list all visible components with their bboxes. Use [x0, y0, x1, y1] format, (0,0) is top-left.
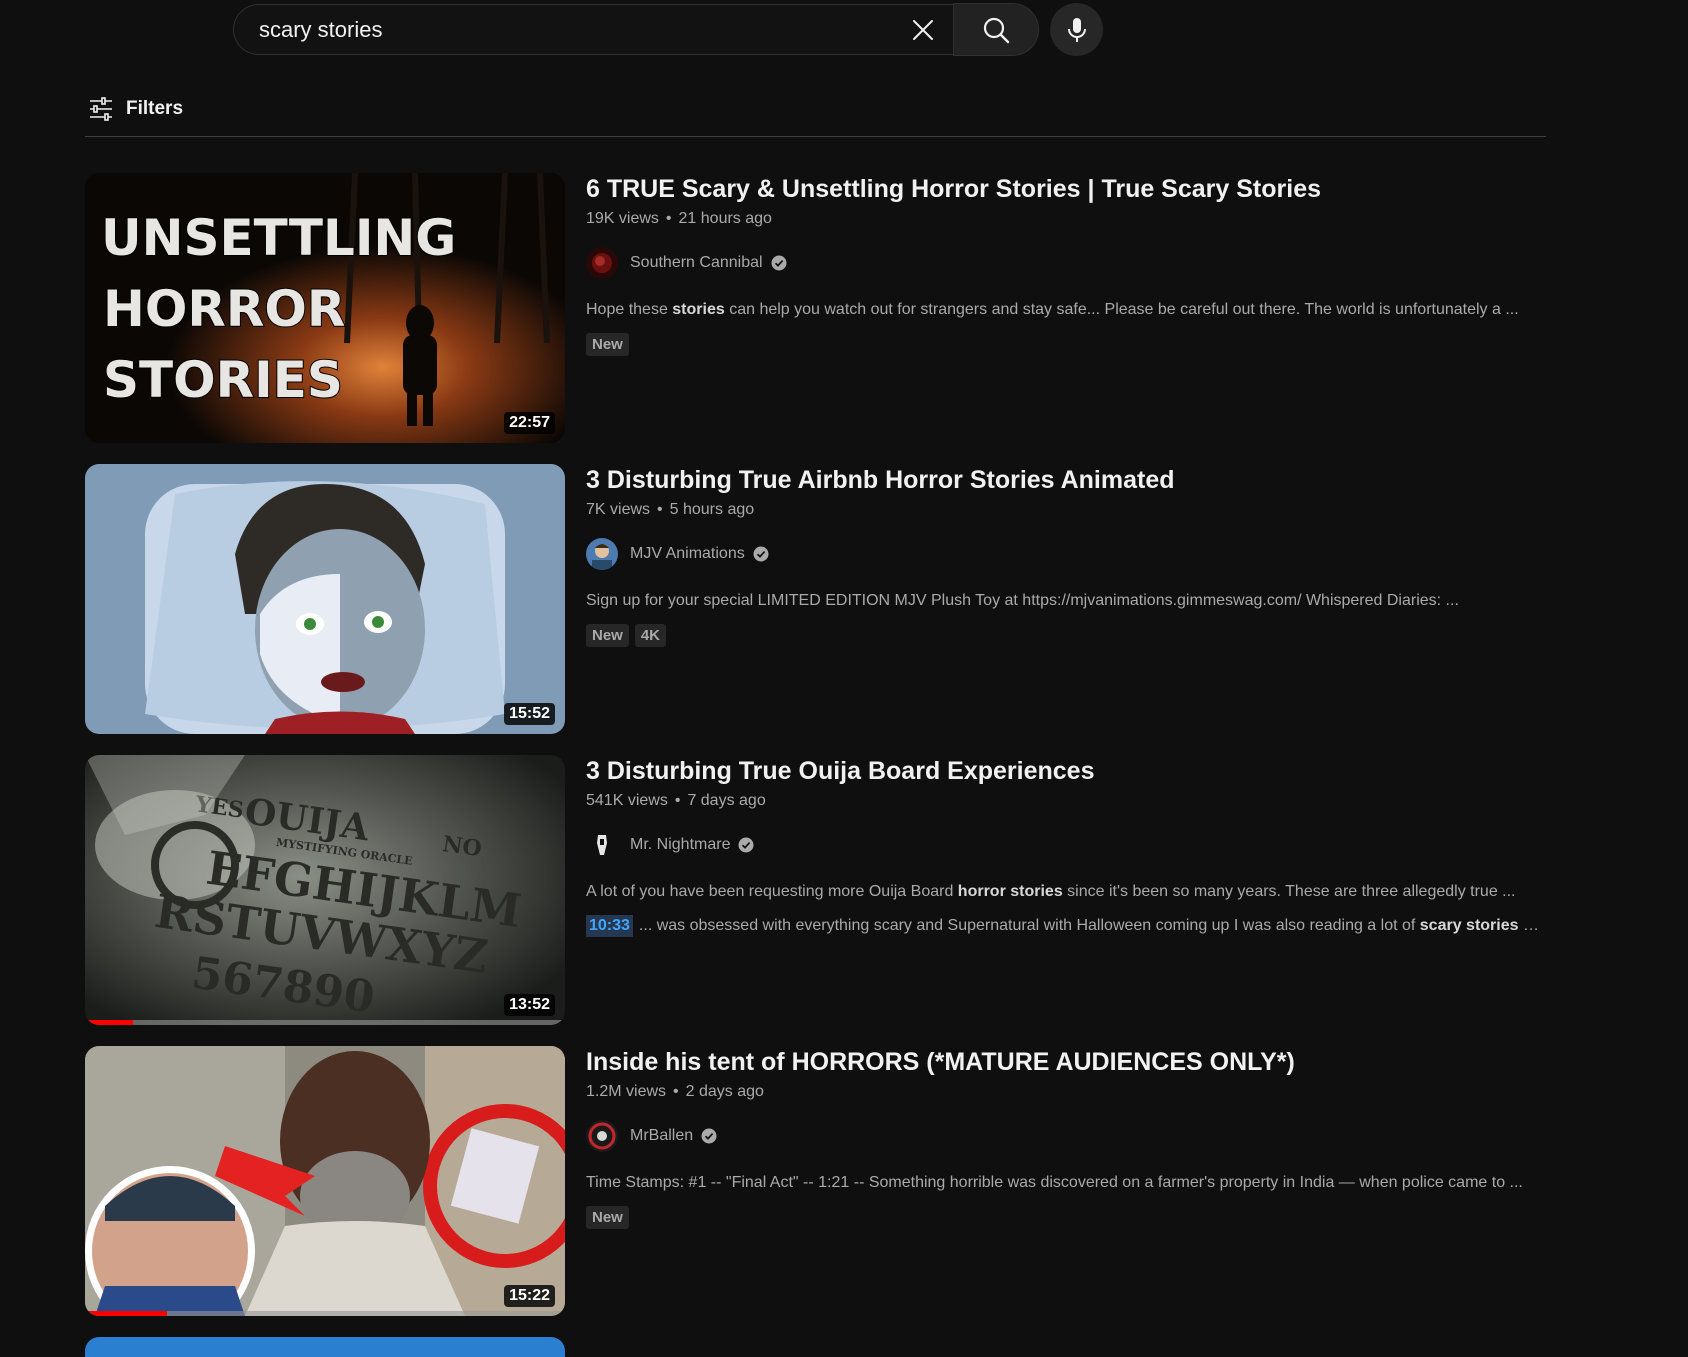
video-thumbnail[interactable]: 15:52 — [85, 464, 565, 734]
channel-avatar[interactable] — [586, 538, 618, 570]
verified-icon — [738, 837, 754, 853]
watch-progress-fill — [85, 1020, 133, 1025]
search-results-list: UNSETTLING HORROR STORIES 22:57 6 TRUE S… — [85, 173, 1565, 1357]
video-description: Time Stamps: #1 -- "Final Act" -- 1:21 -… — [586, 1174, 1523, 1191]
thumb-text-2: HORROR — [103, 280, 345, 338]
thumb-text-3: STORIES — [103, 351, 343, 409]
video-duration: 13:52 — [504, 994, 555, 1016]
upload-age: 5 hours ago — [669, 501, 755, 518]
video-info: 3 Disturbing True Airbnb Horror Stories … — [586, 464, 1566, 647]
badge-list: New — [586, 333, 1566, 356]
video-meta: 7K views • 5 hours ago — [586, 501, 755, 518]
view-count: 541K views — [586, 792, 668, 809]
thumbnail-image: UNSETTLING HORROR STORIES — [85, 173, 565, 443]
search-box[interactable] — [233, 4, 953, 55]
channel-name[interactable]: MrBallen — [630, 1127, 693, 1145]
video-result: UNSETTLING HORROR STORIES 22:57 6 TRUE S… — [85, 173, 1565, 464]
filter-sliders-icon — [90, 97, 112, 121]
thumbnail-image — [85, 1046, 565, 1316]
timestamp-chip[interactable]: 10:33 — [586, 915, 633, 937]
channel-avatar[interactable] — [586, 247, 618, 279]
video-result: YES OUIJA NO MYSTIFYING ORACLE EFGHIJKLM… — [85, 755, 1565, 1046]
video-thumbnail[interactable]: YES OUIJA NO MYSTIFYING ORACLE EFGHIJKLM… — [85, 755, 565, 1025]
new-badge: New — [586, 333, 629, 356]
video-result: 15:22 Inside his tent of HORRORS (*MATUR… — [85, 1046, 1565, 1337]
search-input[interactable] — [257, 15, 893, 44]
video-title[interactable]: 6 TRUE Scary & Unsettling Horror Stories… — [586, 173, 1566, 205]
new-badge: New — [586, 624, 629, 647]
video-result-partial — [85, 1337, 1565, 1357]
view-count: 19K views — [586, 210, 659, 227]
channel-name[interactable]: MJV Animations — [630, 545, 745, 563]
video-description: Sign up for your special LIMITED EDITION… — [586, 592, 1459, 609]
upload-age: 21 hours ago — [678, 210, 772, 227]
video-thumbnail[interactable] — [85, 1337, 565, 1357]
upload-age: 2 days ago — [685, 1083, 764, 1100]
channel-name[interactable]: Southern Cannibal — [630, 254, 763, 272]
filters-divider — [85, 136, 1546, 137]
video-info: 3 Disturbing True Ouija Board Experience… — [586, 755, 1566, 937]
video-meta: 19K views • 21 hours ago — [586, 210, 772, 227]
video-duration: 15:22 — [504, 1285, 555, 1307]
channel-name[interactable]: Mr. Nightmare — [630, 836, 730, 854]
thumb-text-no: NO — [441, 831, 484, 862]
thumbnail-image: YES OUIJA NO MYSTIFYING ORACLE EFGHIJKLM… — [85, 755, 565, 1025]
search-button[interactable] — [953, 3, 1039, 56]
channel-link[interactable]: Southern Cannibal — [586, 247, 1566, 279]
voice-search-button[interactable] — [1050, 3, 1103, 56]
thumbnail-image — [85, 464, 565, 734]
video-thumbnail[interactable]: UNSETTLING HORROR STORIES 22:57 — [85, 173, 565, 443]
video-duration: 15:52 — [504, 703, 555, 725]
key-moment: 10:33 ... was obsessed with everything s… — [586, 915, 1546, 937]
video-description: A lot of you have been requesting more O… — [586, 883, 1516, 900]
4k-badge: 4K — [634, 624, 667, 647]
view-count: 1.2M views — [586, 1083, 667, 1100]
key-moment-text: ... was obsessed with everything scary a… — [638, 917, 1546, 934]
channel-avatar[interactable] — [586, 829, 618, 861]
close-icon — [913, 19, 933, 40]
verified-icon — [701, 1128, 717, 1144]
thumb-text-1: UNSETTLING — [101, 209, 456, 267]
microphone-icon — [1067, 17, 1086, 42]
badge-list: New 4K — [586, 624, 1566, 647]
video-description: Hope these stories can help you watch ou… — [586, 301, 1519, 318]
new-badge: New — [586, 1206, 629, 1229]
channel-link[interactable]: Mr. Nightmare — [586, 829, 1566, 861]
watch-progress-bar — [85, 1020, 565, 1025]
video-result: 15:52 3 Disturbing True Airbnb Horror St… — [85, 464, 1565, 755]
watch-progress-bar — [85, 1311, 565, 1316]
video-title[interactable]: Inside his tent of HORRORS (*MATURE AUDI… — [586, 1046, 1566, 1078]
video-title[interactable]: 3 Disturbing True Ouija Board Experience… — [586, 755, 1566, 787]
video-meta: 541K views • 7 days ago — [586, 792, 766, 809]
video-title[interactable]: 3 Disturbing True Airbnb Horror Stories … — [586, 464, 1566, 496]
filters-label: Filters — [126, 98, 184, 119]
filters-button[interactable]: Filters — [88, 96, 183, 122]
video-info: 6 TRUE Scary & Unsettling Horror Stories… — [586, 173, 1566, 356]
verified-icon — [771, 255, 787, 271]
clear-search-button[interactable] — [893, 4, 953, 55]
video-meta: 1.2M views • 2 days ago — [586, 1083, 764, 1100]
watch-progress-fill — [85, 1311, 167, 1316]
upload-age: 7 days ago — [687, 792, 766, 809]
channel-avatar[interactable] — [586, 1120, 618, 1152]
view-count: 7K views — [586, 501, 651, 518]
badge-list: New — [586, 1206, 1566, 1229]
search-bar — [233, 3, 1039, 56]
verified-icon — [753, 546, 769, 562]
search-icon — [983, 17, 1010, 43]
channel-link[interactable]: MrBallen — [586, 1120, 1566, 1152]
video-thumbnail[interactable]: 15:22 — [85, 1046, 565, 1316]
channel-link[interactable]: MJV Animations — [586, 538, 1566, 570]
video-info: Inside his tent of HORRORS (*MATURE AUDI… — [586, 1046, 1566, 1229]
video-duration: 22:57 — [504, 412, 555, 434]
